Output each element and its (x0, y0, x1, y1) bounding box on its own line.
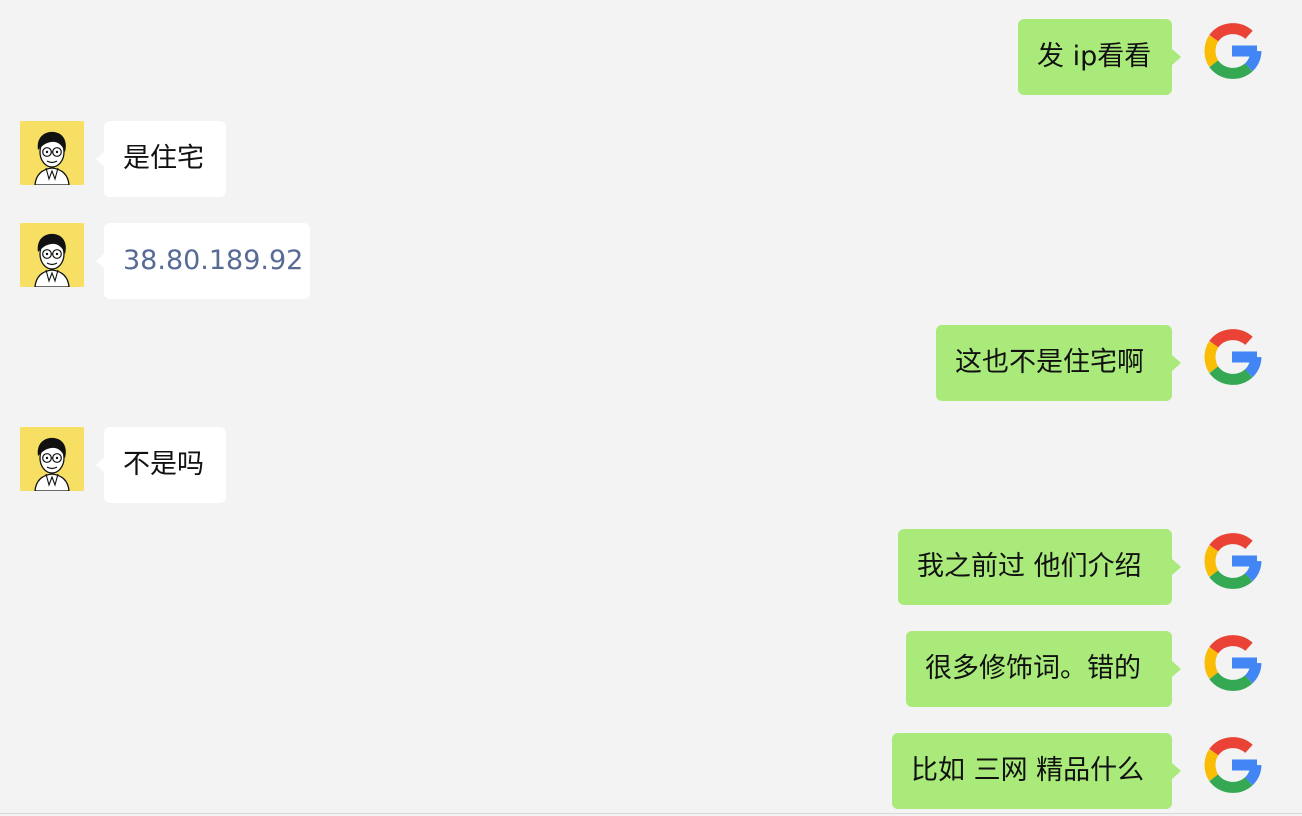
chat-history: 发 ip看看 是住宅 38.80.189.92 这也不是住宅啊 不是吗 我之前过… (0, 0, 1302, 816)
message-incoming: 是住宅 (0, 121, 1302, 197)
google-g-avatar[interactable] (1200, 529, 1264, 593)
message-bubble[interactable]: 不是吗 (104, 427, 226, 503)
message-outgoing: 发 ip看看 (0, 19, 1302, 95)
message-bubble[interactable]: 很多修饰词。错的 (906, 631, 1172, 707)
google-g-icon (1204, 533, 1262, 589)
bubble-tail (1172, 49, 1181, 65)
message-bubble[interactable]: 发 ip看看 (1018, 19, 1172, 95)
contact-avatar[interactable] (20, 427, 84, 491)
cartoon-man-avatar-icon (20, 223, 84, 287)
bubble-tail (1172, 661, 1181, 677)
message-outgoing: 比如 三网 精品什么 (0, 733, 1302, 809)
google-g-icon (1204, 329, 1262, 385)
contact-avatar[interactable] (20, 223, 84, 287)
message-incoming: 不是吗 (0, 427, 1302, 503)
bubble-tail (1172, 559, 1181, 575)
message-incoming: 38.80.189.92 (0, 223, 1302, 299)
message-outgoing: 很多修饰词。错的 (0, 631, 1302, 707)
google-g-icon (1204, 737, 1262, 793)
bubble-tail (1172, 763, 1181, 779)
google-g-avatar[interactable] (1200, 631, 1264, 695)
google-g-avatar[interactable] (1200, 733, 1264, 797)
message-bubble[interactable]: 这也不是住宅啊 (936, 325, 1172, 401)
cartoon-man-avatar-icon (20, 427, 84, 491)
message-bubble[interactable]: 我之前过 他们介绍 (898, 529, 1172, 605)
message-outgoing: 这也不是住宅啊 (0, 325, 1302, 401)
divider (0, 813, 1302, 814)
google-g-avatar[interactable] (1200, 19, 1264, 83)
contact-avatar[interactable] (20, 121, 84, 185)
google-g-icon (1204, 23, 1262, 79)
ip-address-link[interactable]: 38.80.189.92 (104, 223, 310, 299)
cartoon-man-avatar-icon (20, 121, 84, 185)
google-g-icon (1204, 635, 1262, 691)
bubble-tail (1172, 355, 1181, 371)
message-outgoing: 我之前过 他们介绍 (0, 529, 1302, 605)
message-bubble[interactable]: 是住宅 (104, 121, 226, 197)
message-bubble[interactable]: 比如 三网 精品什么 (892, 733, 1172, 809)
google-g-avatar[interactable] (1200, 325, 1264, 389)
